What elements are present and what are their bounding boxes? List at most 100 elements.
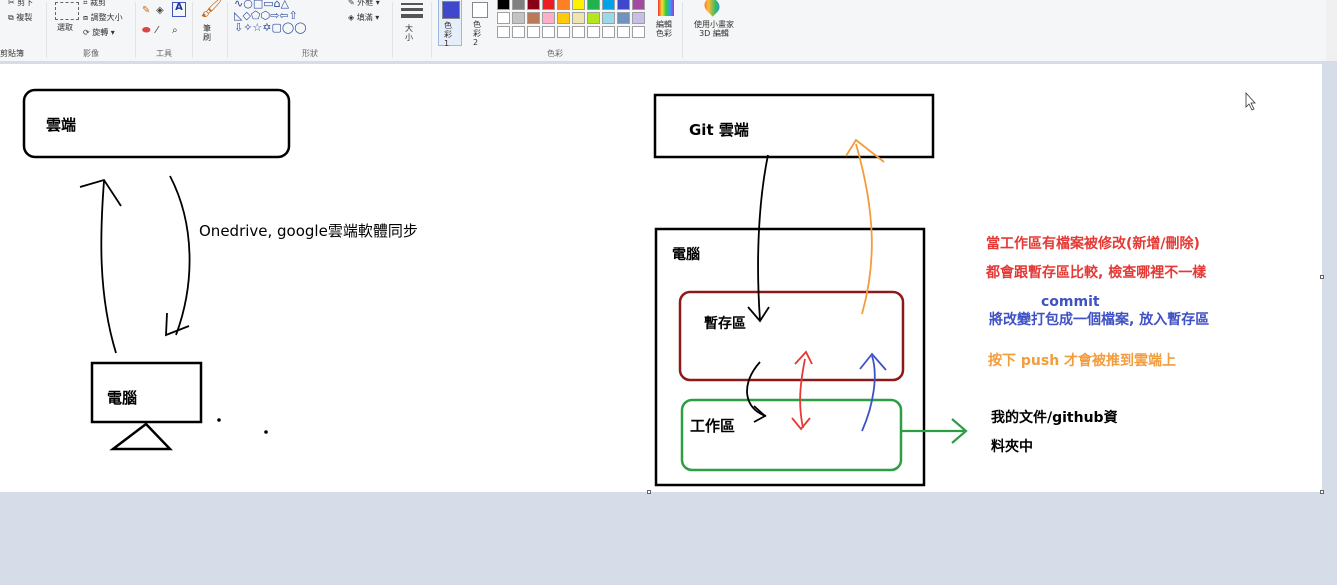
palette-color-swatch[interactable] <box>602 12 615 24</box>
shape-outline-button[interactable]: ✎ 外框 ▾ <box>348 0 380 8</box>
palette-color-swatch[interactable] <box>542 12 555 24</box>
palette-color-swatch[interactable] <box>542 0 555 10</box>
image-group-label: 影像 <box>83 49 99 58</box>
size-button[interactable]: 大小 <box>405 24 415 42</box>
custom-color-slot[interactable] <box>617 26 630 38</box>
color1-button[interactable]: 色彩 1 <box>438 0 462 48</box>
shapes-group: ∿○□▭⌂△ ◺◇⬠⬡⇨⇦⇧ ⇩✧☆✡▢◯◯ ✎ 外框 ▾ ◈ 填滿 ▾ 形狀 <box>228 0 392 61</box>
palette-color-swatch[interactable] <box>497 12 510 24</box>
color-palette <box>497 0 659 44</box>
palette-color-swatch[interactable] <box>497 0 510 10</box>
edit-colors-button[interactable]: 編輯色彩 <box>654 0 678 46</box>
select-button[interactable]: 選取 <box>57 22 73 33</box>
cut-button[interactable]: ✂ 剪下 <box>8 0 33 8</box>
brushes-group: 🖌 筆刷 <box>193 0 227 61</box>
rotate-button[interactable]: ⟳ 旋轉 ▾ <box>83 27 115 38</box>
custom-color-slot[interactable] <box>557 26 570 38</box>
eraser-icon[interactable]: ⬬ <box>142 26 151 36</box>
upload-arrow-head <box>79 178 122 207</box>
staging-box <box>678 290 905 382</box>
color1-swatch <box>442 1 460 19</box>
clipboard-group: ✂ 剪下 ⧉ 複製 剪貼簿 <box>0 0 46 61</box>
pencil-icon[interactable]: ✎ <box>142 6 150 16</box>
canvas-resize-handle-right[interactable] <box>1320 275 1324 279</box>
copy-button[interactable]: ⧉ 複製 <box>8 12 32 23</box>
brush-icon[interactable]: 🖌 <box>200 0 223 18</box>
pc-label: 電腦 <box>107 389 138 407</box>
workspace-label: 工作區 <box>690 417 736 435</box>
palette-color-swatch[interactable] <box>512 0 525 10</box>
dot-2 <box>264 430 268 434</box>
paint3d-icon[interactable] <box>701 0 723 17</box>
tools-group: ✎ ◈ A ⬬ ⁄ ⌕ 工具 <box>136 0 192 61</box>
palette-color-swatch[interactable] <box>512 12 525 24</box>
cloud-label: 雲端 <box>46 116 77 134</box>
computer-label: 電腦 <box>672 247 700 263</box>
folder-note-2: 料夾中 <box>991 439 1033 455</box>
shape-fill-button[interactable]: ◈ 填滿 ▾ <box>348 12 379 23</box>
mouse-cursor-icon <box>1245 91 1256 111</box>
shapes-row-3: ⇩✧☆✡▢◯◯ <box>234 21 307 34</box>
line-size-icon[interactable] <box>401 0 423 18</box>
palette-color-swatch[interactable] <box>617 12 630 24</box>
palette-color-swatch[interactable] <box>572 12 585 24</box>
git-cloud-label: Git 雲端 <box>689 121 749 139</box>
magnifier-icon[interactable]: ⌕ <box>172 26 178 36</box>
computer-box <box>654 227 926 487</box>
compare-arrow <box>799 358 806 429</box>
color2-swatch <box>472 2 488 18</box>
ribbon-toolbar: ✂ 剪下 ⧉ 複製 剪貼簿 選取 ⌗ 裁剪 ⧈ 調整大小 ⟳ 旋轉 ▾ 影像 ✎… <box>0 0 1337 62</box>
canvas-resize-handle-corner[interactable] <box>1320 490 1324 494</box>
tools-group-label: 工具 <box>156 49 172 58</box>
palette-color-swatch[interactable] <box>602 0 615 10</box>
custom-color-slot[interactable] <box>572 26 585 38</box>
resize-label: 調整大小 <box>90 13 123 22</box>
custom-color-slot[interactable] <box>527 26 540 38</box>
palette-color-swatch[interactable] <box>632 12 645 24</box>
upload-arrow <box>100 180 117 354</box>
red-note-1: 當工作區有檔案被修改(新增/刪除) <box>986 236 1200 252</box>
text-icon[interactable]: A <box>172 2 186 17</box>
copy-label: 複製 <box>16 13 33 22</box>
palette-color-swatch[interactable] <box>632 0 645 10</box>
palette-color-swatch[interactable] <box>557 12 570 24</box>
download-arrow <box>169 175 191 336</box>
palette-color-swatch[interactable] <box>617 0 630 10</box>
sync-label: Onedrive, google雲端軟體同步 <box>199 222 418 240</box>
color-picker-icon[interactable]: ⁄ <box>156 26 158 36</box>
canvas-resize-handle-bottom[interactable] <box>647 490 651 494</box>
brushes-button[interactable]: 筆刷 <box>203 24 215 42</box>
ribbon-scrollbar[interactable] <box>1326 0 1337 61</box>
palette-color-swatch[interactable] <box>572 0 585 10</box>
custom-color-slot[interactable] <box>542 26 555 38</box>
cut-label: 剪下 <box>17 0 34 7</box>
custom-color-slot[interactable] <box>497 26 510 38</box>
paint3d-group: 使用小畫家 3D 編輯 <box>683 0 743 61</box>
color2-label: 色彩 2 <box>473 20 481 47</box>
drawing-canvas[interactable]: 雲端 Onedrive, google雲端軟體同步 電腦 Git 雲端 電腦 暫… <box>0 64 1322 492</box>
custom-color-slot[interactable] <box>587 26 600 38</box>
palette-color-swatch[interactable] <box>557 0 570 10</box>
custom-color-slot[interactable] <box>632 26 645 38</box>
color2-button[interactable]: 色彩 2 <box>468 0 492 47</box>
shapes-group-label: 形狀 <box>302 49 318 58</box>
palette-color-swatch[interactable] <box>587 12 600 24</box>
red-note-2: 都會跟暫存區比較, 檢查哪裡不一樣 <box>986 265 1207 281</box>
crop-label: 裁剪 <box>90 0 107 7</box>
size-group: 大小 <box>393 0 431 61</box>
pc-stand <box>109 422 173 451</box>
shapes-gallery[interactable]: ∿○□▭⌂△ ◺◇⬠⬡⇨⇦⇧ ⇩✧☆✡▢◯◯ <box>234 0 342 34</box>
rainbow-icon <box>658 0 674 16</box>
palette-color-swatch[interactable] <box>587 0 600 10</box>
select-icon[interactable] <box>55 2 79 20</box>
paint3d-button[interactable]: 使用小畫家 3D 編輯 <box>689 20 739 38</box>
color1-label: 色彩 1 <box>444 21 452 48</box>
palette-color-swatch[interactable] <box>527 0 540 10</box>
custom-color-slot[interactable] <box>512 26 525 38</box>
resize-button[interactable]: ⧈ 調整大小 <box>83 12 123 23</box>
custom-color-slot[interactable] <box>602 26 615 38</box>
commit-label: commit <box>1041 294 1100 310</box>
crop-button[interactable]: ⌗ 裁剪 <box>83 0 106 8</box>
palette-color-swatch[interactable] <box>527 12 540 24</box>
fill-icon[interactable]: ◈ <box>156 6 164 16</box>
